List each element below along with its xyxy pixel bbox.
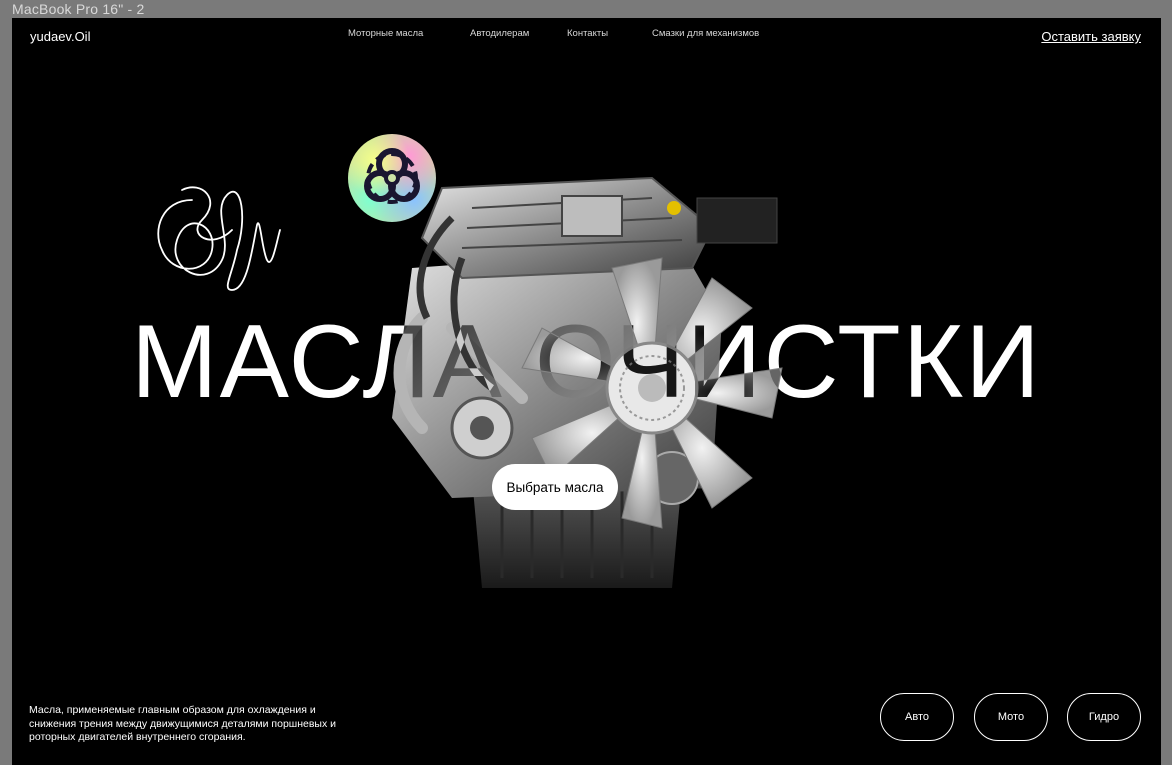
artboard-label: MacBook Pro 16" - 2: [12, 1, 145, 17]
choose-oils-button[interactable]: Выбрать масла: [492, 464, 618, 510]
nav-item-contacts[interactable]: Контакты: [567, 28, 608, 39]
nav-item-lubricants[interactable]: Смазки для механизмов: [652, 28, 759, 39]
landing-page: yudaev.Oil Моторные масла Автодилерам Ко…: [12, 18, 1161, 765]
nav-item-dealers[interactable]: Автодилерам: [470, 28, 529, 39]
biohazard-badge: [348, 134, 436, 222]
category-moto-button[interactable]: Мото: [974, 693, 1048, 741]
nav-item-motor-oils[interactable]: Моторные масла: [348, 28, 423, 39]
scribble-signature: [157, 186, 281, 291]
category-hydro-button[interactable]: Гидро: [1067, 693, 1141, 741]
biohazard-icon: [364, 148, 420, 204]
category-auto-button[interactable]: Авто: [880, 693, 954, 741]
hero-description: Масла, применяемые главным образом для о…: [29, 704, 337, 743]
hero-headline: МАСЛА ОЧИСТКИ: [130, 304, 1043, 420]
leave-request-link[interactable]: Оставить заявку: [1041, 29, 1141, 44]
main-nav: Моторные масла Автодилерам Контакты Смаз…: [12, 28, 1161, 44]
